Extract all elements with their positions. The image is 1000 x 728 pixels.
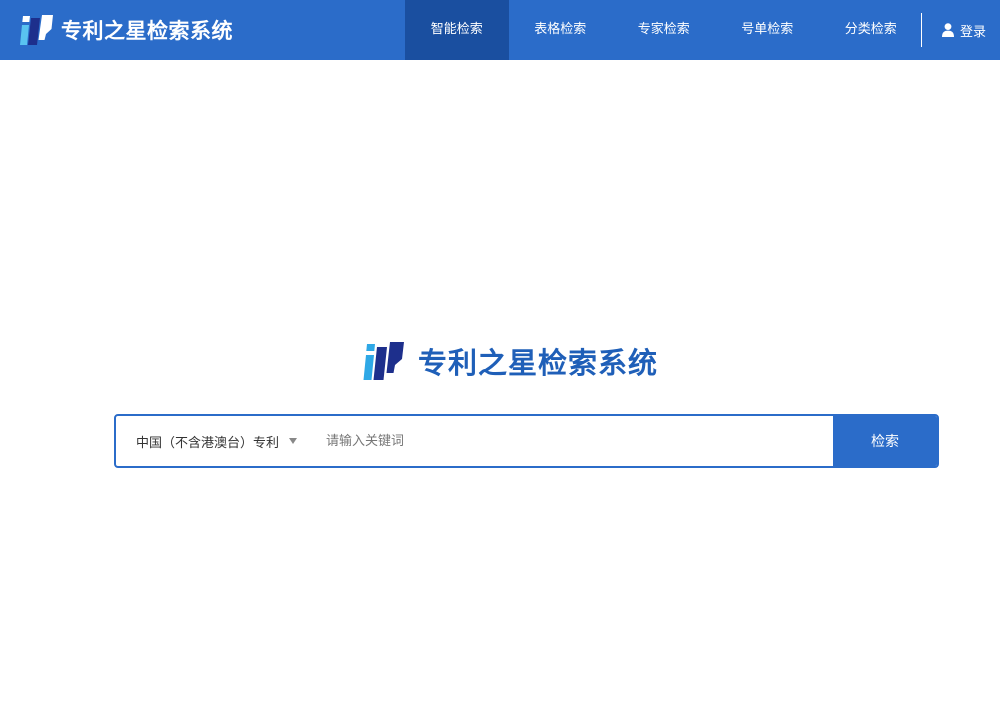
top-navigation-bar: 专利之星检索系统 智能检索 表格检索 专家检索 号单检索 分类检索 登录 (0, 0, 1000, 60)
brand[interactable]: 专利之星检索系统 (19, 13, 233, 47)
search-button[interactable]: 检索 (833, 416, 937, 466)
login-label: 登录 (960, 24, 987, 40)
caret-down-icon (289, 438, 297, 444)
patent-star-logo-icon (363, 342, 404, 380)
nav-item-expert-search[interactable]: 专家检索 (612, 0, 716, 60)
nav-item-table-search[interactable]: 表格检索 (509, 0, 613, 60)
brand-title: 专利之星检索系统 (61, 19, 233, 43)
nav-item-smart-search[interactable]: 智能检索 (405, 0, 509, 60)
search-scope-dropdown[interactable]: 中国（不含港澳台）专利 (116, 416, 312, 466)
search-bar: 中国（不含港澳台）专利 检索 (114, 414, 939, 468)
hero-title: 专利之星检索系统 (418, 346, 659, 380)
keyword-search-input[interactable] (312, 416, 833, 466)
patent-star-logo-icon (20, 15, 53, 45)
nav-item-classification-search[interactable]: 分类检索 (819, 0, 923, 60)
nav-item-number-list-search[interactable]: 号单检索 (716, 0, 820, 60)
hero-logo: 专利之星检索系统 (362, 341, 658, 381)
login-button[interactable]: 登录 (942, 0, 986, 60)
nav-divider (921, 13, 922, 47)
search-scope-selected: 中国（不含港澳台）专利 (136, 435, 280, 451)
main-nav: 智能检索 表格检索 专家检索 号单检索 分类检索 (405, 0, 923, 60)
user-icon (942, 23, 954, 37)
